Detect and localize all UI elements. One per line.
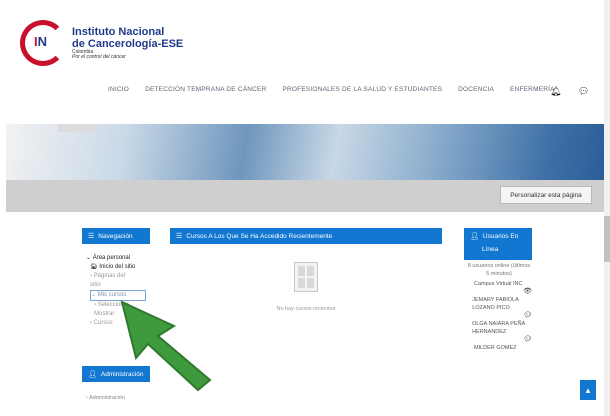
nav-item-enfermeria[interactable]: ENFERMERÍA: [510, 86, 555, 93]
nav-item-profesionales[interactable]: PROFESIONALES DE LA SALUD Y ESTUDIANTES: [282, 86, 442, 93]
logo-line-4: Por el control del cáncer: [72, 54, 126, 60]
user-avatar: [466, 297, 470, 303]
nav-item-docencia[interactable]: DOCENCIA: [458, 86, 494, 93]
bell-icon[interactable]: 🔔︎: [550, 86, 561, 97]
arrow-up-icon: ▲: [584, 385, 592, 395]
online-users-header: 👤︎ Usuarios En Línea: [464, 228, 532, 260]
online-users-title-2: Línea: [482, 246, 499, 253]
green-arrow-pointer-icon: [120, 300, 212, 392]
user-avatar: [466, 321, 470, 327]
online-user-entry[interactable]: Campus Virtual INC: [466, 280, 532, 288]
nav-item-deteccion[interactable]: DETECCIÓN TEMPRANA DE CÁNCER: [145, 86, 266, 93]
online-users-title: 👤︎ Usuarios En: [470, 233, 519, 240]
tree-item-paginas-sitio[interactable]: › Páginas del: [86, 272, 156, 281]
message-icon[interactable]: 💬︎: [466, 312, 532, 320]
main-nav: INICIO DETECCIÓN TEMPRANA DE CÁNCER PROF…: [108, 86, 571, 93]
back-to-top-button[interactable]: ▲: [580, 380, 596, 400]
recent-courses-header: ☰ Cursos A Los Que Se Ha Accedido Recien…: [170, 228, 442, 244]
eye-icon[interactable]: 👁︎: [466, 288, 532, 296]
site-logo[interactable]: IN Instituto Nacional de Cancerología-ES…: [20, 20, 183, 66]
navigation-block-title: Navegación: [98, 232, 133, 240]
tree-item-inicio-sitio[interactable]: 🏠︎ Inicio del sitio: [86, 263, 156, 272]
online-users-summary: 8 usuarios online (últimos 5 minutos): [467, 263, 531, 277]
tree-item-paginas-sitio-2: sitio: [90, 282, 101, 288]
user-avatar: [466, 281, 472, 287]
online-user-entry[interactable]: JEMARY FABIOLA LOZANO PICO: [466, 296, 532, 312]
course-placeholder-icon: [294, 262, 318, 292]
logo-mark: IN: [20, 20, 66, 66]
online-user-entry[interactable]: OLGA NAIARA PEÑA HERNANDEZ: [466, 320, 532, 336]
scrollbar-thumb[interactable]: [604, 216, 610, 262]
chat-icon[interactable]: 💬︎: [578, 86, 589, 97]
admin-item[interactable]: › Administración: [86, 395, 125, 401]
hero-tab: [58, 124, 98, 132]
navigation-block-header: ☰ Navegación: [82, 228, 150, 244]
online-users-list: 8 usuarios online (últimos 5 minutos) Ca…: [466, 262, 532, 352]
site-header: IN Instituto Nacional de Cancerología-ES…: [0, 0, 610, 122]
hero-banner: [6, 124, 604, 180]
user-avatar: [466, 345, 472, 351]
page-scrollbar[interactable]: [604, 0, 610, 416]
user-icon: 👤︎: [470, 233, 479, 240]
user-icon: 👤︎: [88, 371, 97, 378]
logo-text: Instituto Nacional de Cancerología-ESE C…: [72, 26, 183, 60]
menu-icon: ☰: [176, 233, 183, 240]
recent-courses-title: Cursos A Los Que Se Ha Accedido Reciente…: [186, 232, 333, 240]
message-icon[interactable]: 💬︎: [466, 336, 532, 344]
customize-page-button[interactable]: Personalizar esta página: [500, 186, 592, 204]
menu-icon: ☰: [88, 233, 95, 240]
tree-item-area-personal[interactable]: ⌄ Área personal: [86, 254, 156, 263]
nav-item-inicio[interactable]: INICIO: [108, 86, 129, 93]
online-user-entry[interactable]: MILDER GOMEZ: [466, 344, 532, 352]
logo-line-1: Instituto Nacional: [72, 26, 165, 38]
